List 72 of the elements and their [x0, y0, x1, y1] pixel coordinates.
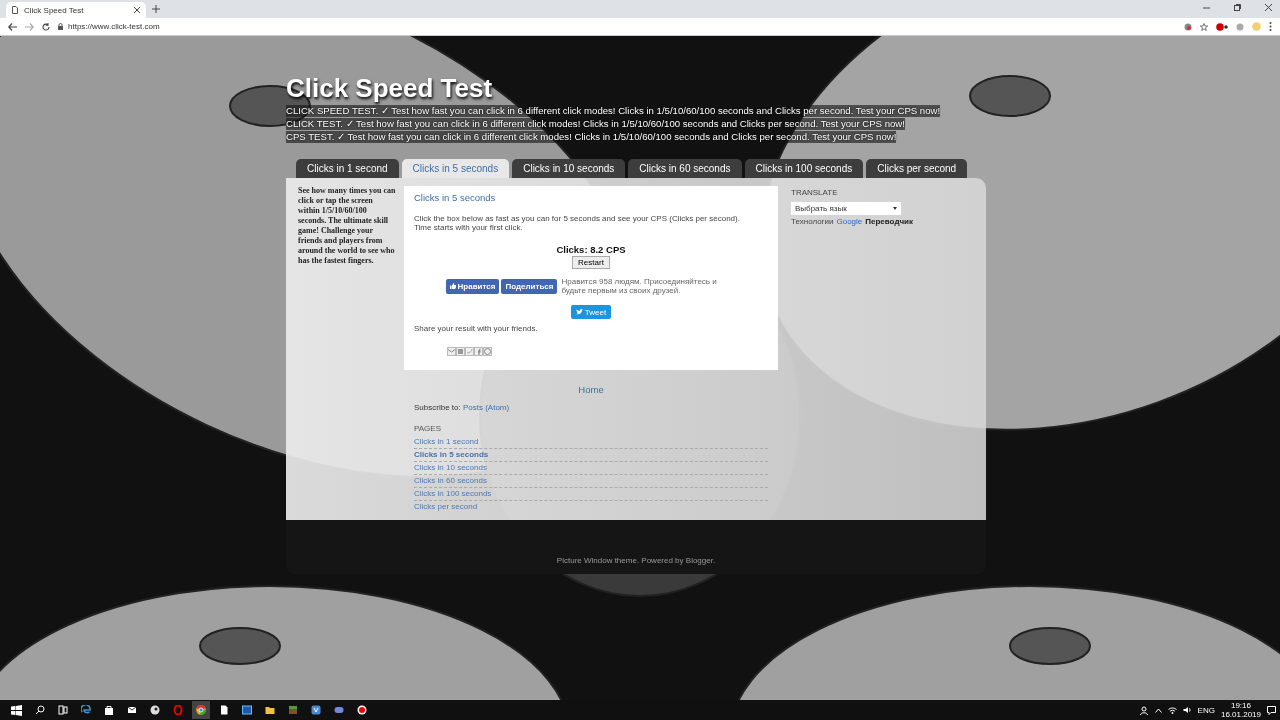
- pages-heading: PAGES: [414, 423, 442, 433]
- site-title: Click Speed Test: [286, 72, 494, 104]
- page-link[interactable]: Clicks in 10 seconds: [414, 461, 768, 475]
- restart-button[interactable]: Restart: [572, 256, 610, 269]
- nav-tab[interactable]: Clicks in 10 seconds: [512, 159, 626, 178]
- windows-logo-icon[interactable]: [10, 704, 22, 716]
- tab-title: Click Speed Test: [24, 5, 85, 15]
- nav-tab[interactable]: Clicks in 60 seconds: [628, 159, 742, 178]
- letter-o-icon[interactable]: [172, 705, 183, 715]
- cps-result: Clicks: 8.2 CPS: [556, 244, 626, 255]
- mail-icon[interactable]: [126, 705, 137, 715]
- sidebar-text: See how many times you can click or tap the screen within 1/5/10/60/100 seconds. The ultimate skill game! Challenge your friends and players from around the world to see who has the fastest fingers.: [297, 186, 397, 267]
- share-button[interactable]: Поделиться: [501, 278, 558, 294]
- post-text: Time starts with your first click.: [414, 223, 524, 232]
- extension-icon[interactable]: [1216, 22, 1228, 31]
- grass-block-icon[interactable]: [287, 705, 298, 715]
- document-icon[interactable]: [218, 705, 229, 715]
- page-link[interactable]: Clicks in 5 seconds: [414, 448, 768, 462]
- nav-tab[interactable]: Clicks in 100 seconds: [744, 159, 864, 178]
- task-view-icon[interactable]: [57, 705, 68, 715]
- footer-text: Picture Window theme. Powered by Blogger.: [556, 556, 716, 565]
- post-title: Clicks in 5 seconds: [414, 192, 497, 203]
- restore-icon[interactable]: [1234, 4, 1241, 11]
- people-icon[interactable]: [1139, 705, 1149, 715]
- page-icon: [12, 6, 18, 14]
- speaker-icon[interactable]: [1182, 706, 1192, 714]
- taskbar-clock[interactable]: 19:16 16.01.2019: [1220, 701, 1261, 719]
- like-button[interactable]: Нравится: [445, 278, 500, 294]
- notifications-icon[interactable]: [1267, 705, 1276, 715]
- post-text: Share your result with your friends.: [414, 324, 539, 333]
- window-app-icon[interactable]: [241, 705, 252, 715]
- like-count-text: Нравится 958 людям. Присоединяйтесь и будьте первым из своих друзей.: [561, 277, 718, 295]
- translator-link[interactable]: Переводчик: [865, 217, 914, 226]
- reload-icon[interactable]: [42, 22, 50, 31]
- home-link[interactable]: Home: [414, 383, 768, 395]
- page-link[interactable]: Clicks in 1 second: [414, 435, 768, 449]
- site-description: CLICK SPEED TEST. ✓ Test how fast you can click in 6 different click modes! Clicks in 1/5/10/60/100 seconds and Clicks per second. Test your CPS now!: [286, 105, 941, 117]
- wifi-icon[interactable]: [1167, 706, 1177, 714]
- shopping-bag-icon[interactable]: [103, 705, 114, 715]
- translator-logo: Google: [836, 217, 863, 226]
- folder-icon[interactable]: [264, 705, 275, 715]
- shield-icon[interactable]: [1184, 22, 1192, 31]
- close-icon[interactable]: [1265, 4, 1272, 11]
- address-field[interactable]: https://www.click-test.com: [68, 22, 160, 31]
- nav-tab[interactable]: Clicks per second: [866, 159, 968, 178]
- nav-tab[interactable]: Clicks in 5 seconds: [401, 159, 510, 178]
- thumbs-up-icon: [449, 283, 456, 289]
- search-icon[interactable]: [34, 705, 45, 715]
- browser-tab[interactable]: Click Speed Test: [6, 2, 146, 18]
- browser-icon[interactable]: [80, 705, 91, 715]
- dropdown-caret-icon: [893, 207, 897, 210]
- post-text: Click the box below as fast as you can for 5 seconds and see your CPS (Clicks per second).: [414, 214, 741, 223]
- language-indicator[interactable]: ENG: [1197, 705, 1215, 715]
- menu-icon[interactable]: [1269, 22, 1272, 31]
- subscribe-label: Subscribe to:: [414, 402, 461, 412]
- star-icon[interactable]: [1200, 22, 1208, 31]
- bird-icon: [575, 309, 583, 315]
- gamepad-icon[interactable]: [333, 705, 344, 715]
- lock-icon: [58, 23, 63, 30]
- nav-tab[interactable]: Clicks in 1 second: [296, 159, 399, 178]
- close-icon[interactable]: [134, 7, 140, 13]
- site-description: CPS TEST. ✓ Test how fast you can click in 6 different click modes! Clicks in 1/5/10/60/100 seconds and Clicks per second. Test your CPS now!: [286, 131, 897, 143]
- powered-by-label: Технологии: [791, 217, 834, 226]
- show-hidden-icons-icon[interactable]: [1154, 707, 1162, 713]
- site-description: CLICK TEST. ✓ Test how fast you can click in 6 different click modes! Clicks in 1/5/10/60/100 seconds and Clicks per second. Test your CPS now!: [286, 118, 905, 130]
- record-icon[interactable]: [356, 705, 367, 715]
- back-icon[interactable]: [8, 22, 17, 31]
- translate-heading: TRANSLATE: [791, 188, 839, 197]
- v-logo-icon[interactable]: [310, 705, 321, 715]
- language-select[interactable]: Выбрать язык: [791, 202, 901, 215]
- new-tab-icon[interactable]: [152, 5, 160, 13]
- posts-feed-link[interactable]: Posts (Atom): [462, 402, 510, 412]
